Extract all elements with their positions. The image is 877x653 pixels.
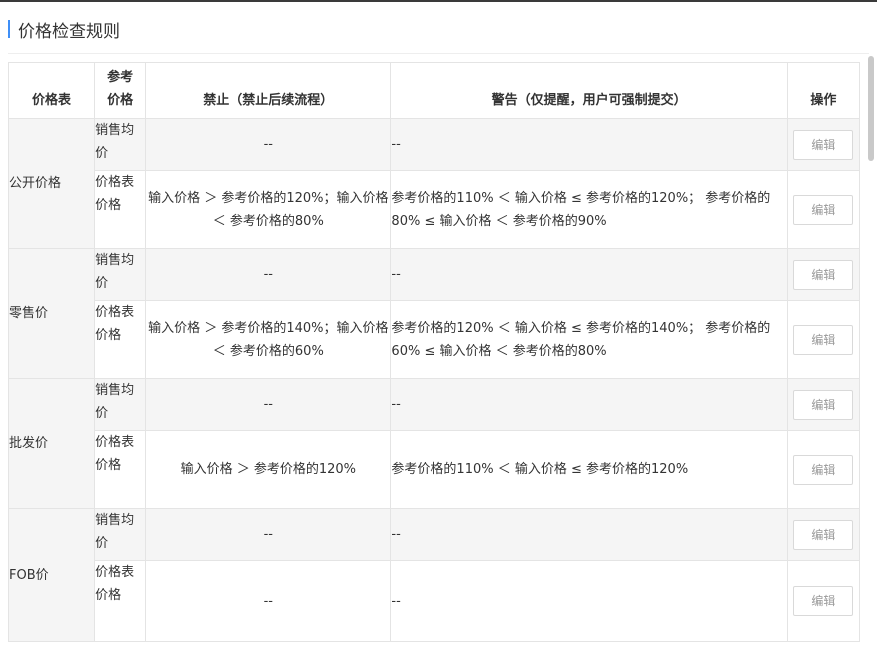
forbid-rule-cell: 输入价格 ＞ 参考价格的120%	[145, 430, 392, 509]
section-header: 价格检查规则	[8, 15, 120, 43]
ref-price-cell: 销售均价	[94, 248, 147, 301]
table-row: 公开价格 销售均价 -- -- 编辑	[7, 118, 861, 249]
action-cell: 编辑	[786, 508, 861, 561]
forbid-rule-cell: --	[145, 118, 392, 171]
forbid-rule-cell: 输入价格 ＞ 参考价格的120%；输入价格 ＜ 参考价格的80%	[145, 170, 392, 249]
table-row: 价格表价格 输入价格 ＞ 参考价格的120% 参考价格的110% ＜ 输入价格 …	[9, 430, 861, 509]
table-row: 价格表价格 -- -- 编辑	[9, 560, 861, 642]
edit-button[interactable]: 编辑	[793, 324, 854, 355]
price-rule-table: 价格表 参考价格 禁止（禁止后续流程） 警告（仅提醒，用户可强制提交） 操作 公…	[7, 62, 861, 642]
forbid-rule-cell: --	[145, 248, 392, 301]
window-top-bar	[0, 0, 877, 2]
warn-rule-cell: --	[390, 508, 788, 561]
edit-button[interactable]: 编辑	[793, 519, 854, 550]
vertical-scrollbar[interactable]	[868, 56, 874, 161]
section-accent-bar	[8, 20, 10, 38]
section-title: 价格检查规则	[18, 21, 120, 42]
ref-price-cell: 销售均价	[94, 118, 147, 171]
ref-price-cell: 价格表价格	[94, 430, 147, 509]
action-cell: 编辑	[786, 170, 861, 249]
warn-rule-cell: --	[390, 118, 788, 171]
forbid-rule-cell: 输入价格 ＞ 参考价格的140%；输入价格 ＜ 参考价格的60%	[145, 300, 392, 379]
ref-price-cell: 价格表价格	[94, 300, 147, 379]
warn-rule-cell: --	[390, 248, 788, 301]
edit-button[interactable]: 编辑	[793, 194, 854, 225]
action-cell: 编辑	[786, 378, 861, 431]
header-warn: 警告（仅提醒，用户可强制提交）	[390, 62, 788, 119]
header-action: 操作	[786, 62, 861, 119]
action-cell: 编辑	[786, 118, 861, 171]
header-price-list: 价格表	[7, 62, 96, 119]
ref-price-cell: 价格表价格	[94, 170, 147, 249]
group-cell: 公开价格	[7, 118, 96, 249]
ref-price-cell: 价格表价格	[94, 560, 147, 642]
warn-rule-cell: --	[390, 560, 788, 642]
action-cell: 编辑	[786, 560, 861, 642]
group-cell: 批发价	[7, 378, 96, 509]
table-row: 价格表价格 输入价格 ＞ 参考价格的140%；输入价格 ＜ 参考价格的60% 参…	[9, 300, 861, 379]
table-row: 批发价 销售均价 -- -- 编辑	[7, 378, 861, 509]
group-cell: 零售价	[7, 248, 96, 379]
edit-button[interactable]: 编辑	[793, 259, 854, 290]
ref-price-cell: 销售均价	[94, 378, 147, 431]
action-cell: 编辑	[786, 430, 861, 509]
warn-rule-cell: --	[390, 378, 788, 431]
edit-button[interactable]: 编辑	[793, 389, 854, 420]
edit-button[interactable]: 编辑	[793, 454, 854, 485]
warn-rule-cell: 参考价格的120% ＜ 输入价格 ≤ 参考价格的140%； 参考价格的60% ≤…	[390, 300, 788, 379]
warn-rule-cell: 参考价格的110% ＜ 输入价格 ≤ 参考价格的120%； 参考价格的80% ≤…	[390, 170, 788, 249]
forbid-rule-cell: --	[145, 378, 392, 431]
table-row: 价格表价格 输入价格 ＞ 参考价格的120%；输入价格 ＜ 参考价格的80% 参…	[9, 170, 861, 249]
warn-rule-cell: 参考价格的110% ＜ 输入价格 ≤ 参考价格的120%	[390, 430, 788, 509]
group-cell: FOB价	[7, 508, 96, 642]
header-ref-price: 参考价格	[94, 62, 147, 119]
table-row: FOB价 销售均价 -- -- 编辑	[7, 508, 861, 642]
ref-price-cell: 销售均价	[94, 508, 147, 561]
action-cell: 编辑	[786, 248, 861, 301]
section-divider	[8, 53, 869, 54]
edit-button[interactable]: 编辑	[793, 586, 854, 616]
header-forbid: 禁止（禁止后续流程）	[145, 62, 392, 119]
forbid-rule-cell: --	[145, 560, 392, 642]
action-cell: 编辑	[786, 300, 861, 379]
table-row: 零售价 销售均价 -- -- 编辑	[7, 248, 861, 379]
edit-button[interactable]: 编辑	[793, 129, 854, 160]
table-header-row: 价格表 参考价格 禁止（禁止后续流程） 警告（仅提醒，用户可强制提交） 操作	[7, 62, 861, 119]
forbid-rule-cell: --	[145, 508, 392, 561]
